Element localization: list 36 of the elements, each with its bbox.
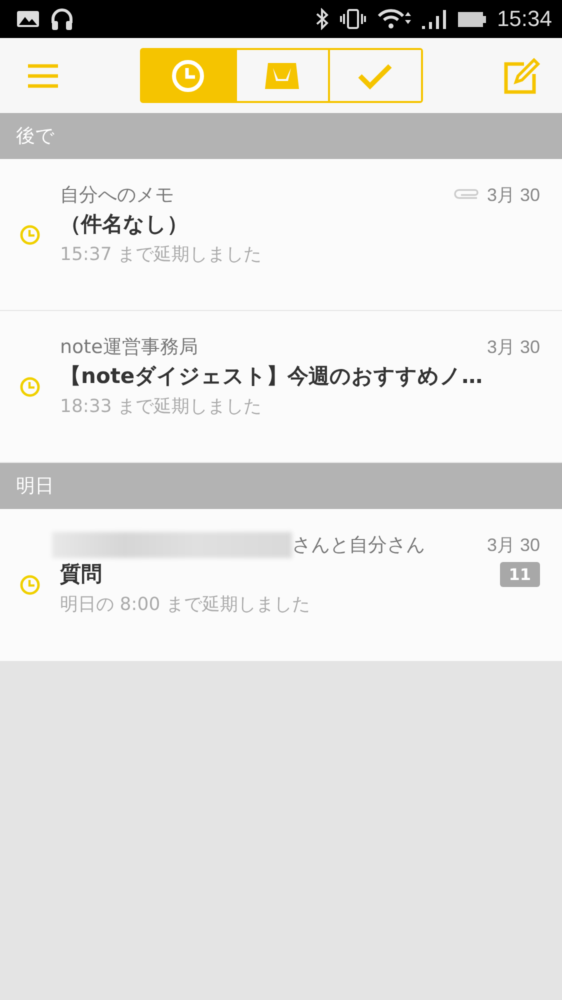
sender-name: さんと自分さん (292, 533, 425, 558)
inbox-icon (264, 60, 300, 90)
email-subject: 質問 (60, 561, 102, 588)
menu-icon[interactable] (26, 62, 60, 88)
email-date: 3月 30 (486, 534, 540, 557)
email-subject: （件名なし） (60, 210, 188, 238)
snooze-time: 18:33 まで延期しました (60, 394, 263, 418)
clock-icon (19, 574, 41, 596)
email-item[interactable]: さんと自分さん 3月 30 質問 11 明日の 8:00 まで延期しました (0, 509, 562, 661)
sender-name: note運営事務局 (60, 334, 198, 360)
vibrate-icon (338, 8, 367, 30)
email-item[interactable]: 自分へのメモ 3月 30 （件名なし） 15:37 まで延期しました (0, 159, 562, 311)
snooze-time: 明日の 8:00 まで延期しました (60, 593, 311, 616)
sender-name: 自分へのメモ (60, 182, 174, 208)
check-icon (357, 62, 393, 90)
filter-tab[interactable] (328, 50, 420, 101)
email-date: 3月 30 (486, 336, 540, 358)
section-title: 明日 (16, 474, 54, 499)
battery-icon (456, 9, 487, 29)
compose-icon[interactable] (502, 56, 542, 96)
wifi-icon (376, 8, 411, 30)
headphones-icon (50, 7, 74, 31)
signal-icon (420, 8, 447, 30)
email-date: 3月 30 (486, 184, 540, 206)
image-icon (16, 9, 40, 29)
section-title: 後で (16, 124, 54, 149)
email-item[interactable]: note運営事務局 3月 30 【noteダイジェスト】今週のおすすめノ… 18:33 まで延期しました (0, 311, 562, 463)
bluetooth-icon (314, 8, 329, 30)
clock-icon (170, 58, 206, 94)
filter-tab[interactable] (142, 50, 234, 101)
clock-icon (19, 224, 41, 246)
thread-count: 11 (500, 562, 540, 586)
snooze-time: 15:37 まで延期しました (60, 242, 263, 266)
clock-time: 15:34 (496, 6, 552, 32)
clock-icon (19, 376, 41, 398)
email-subject: 【noteダイジェスト】今週のおすすめノ… (60, 362, 483, 390)
